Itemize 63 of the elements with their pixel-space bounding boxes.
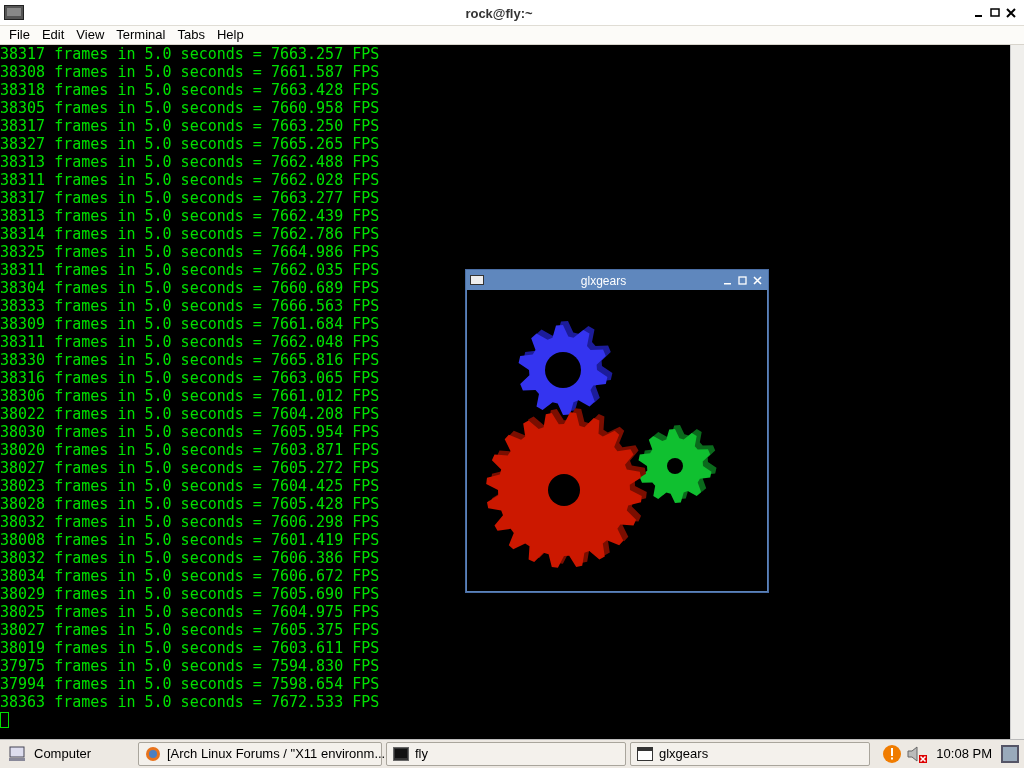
output-line: 38313 frames in 5.0 seconds = 7662.488 FPS (0, 153, 380, 171)
menu-item[interactable]: Edit (36, 25, 70, 45)
output-line: 38027 frames in 5.0 seconds = 7605.272 FPS (0, 459, 380, 477)
output-line: 38032 frames in 5.0 seconds = 7606.386 FPS (0, 549, 380, 567)
output-line: 38022 frames in 5.0 seconds = 7604.208 FPS (0, 405, 380, 423)
output-line: 38019 frames in 5.0 seconds = 7603.611 FPS (0, 639, 380, 657)
window-icon[interactable] (470, 275, 484, 285)
output-line: 38304 frames in 5.0 seconds = 7660.689 FPS (0, 279, 380, 297)
output-line: 38309 frames in 5.0 seconds = 7661.684 FPS (0, 315, 380, 333)
output-line: 38008 frames in 5.0 seconds = 7601.419 FPS (0, 531, 380, 549)
taskbar-button[interactable]: fly (386, 742, 626, 766)
text-cursor (0, 712, 9, 728)
terminal-icon (393, 747, 409, 761)
scrollbar[interactable] (1010, 45, 1024, 739)
output-line: 38034 frames in 5.0 seconds = 7606.672 FPS (0, 567, 380, 585)
output-line: 38028 frames in 5.0 seconds = 7605.428 FPS (0, 495, 380, 513)
output-line: 38027 frames in 5.0 seconds = 7605.375 FPS (0, 621, 380, 639)
output-line: 38311 frames in 5.0 seconds = 7662.035 FPS (0, 261, 380, 279)
output-line: 38020 frames in 5.0 seconds = 7603.871 FPS (0, 441, 380, 459)
computer-icon (8, 746, 26, 762)
output-line: 38317 frames in 5.0 seconds = 7663.257 FPS (0, 45, 380, 63)
output-line: 37994 frames in 5.0 seconds = 7598.654 FPS (0, 675, 380, 693)
window-icon (637, 747, 653, 761)
output-line: 38029 frames in 5.0 seconds = 7605.690 FPS (0, 585, 380, 603)
output-line: 38363 frames in 5.0 seconds = 7672.533 FPS (0, 693, 380, 711)
close-icon[interactable] (1006, 7, 1016, 18)
output-line: 38311 frames in 5.0 seconds = 7662.028 FPS (0, 171, 380, 189)
output-line: 38333 frames in 5.0 seconds = 7666.563 FPS (0, 297, 380, 315)
output-line: 38317 frames in 5.0 seconds = 7663.277 FPS (0, 189, 380, 207)
output-line: 38023 frames in 5.0 seconds = 7604.425 FPS (0, 477, 380, 495)
globe-icon (145, 746, 161, 762)
output-line: 38313 frames in 5.0 seconds = 7662.439 FPS (0, 207, 380, 225)
output-line: 38306 frames in 5.0 seconds = 7661.012 FPS (0, 387, 380, 405)
menu-item[interactable]: File (4, 25, 35, 45)
output-line: 38032 frames in 5.0 seconds = 7606.298 FPS (0, 513, 380, 531)
terminal-icon[interactable] (4, 5, 24, 20)
window-title: glxgears (580, 274, 627, 288)
output-line: 37975 frames in 5.0 seconds = 7594.830 FPS (0, 657, 380, 675)
output-line: 38311 frames in 5.0 seconds = 7662.048 FPS (0, 333, 380, 351)
computer-menu-button[interactable]: Computer (4, 742, 134, 766)
output-line: 38308 frames in 5.0 seconds = 7661.587 FPS (0, 63, 380, 81)
menu-item[interactable]: View (71, 25, 110, 45)
maximize-icon[interactable] (990, 7, 1000, 18)
output-line: 38305 frames in 5.0 seconds = 7660.958 FPS (0, 99, 380, 117)
output-line: 38325 frames in 5.0 seconds = 7664.986 FPS (0, 243, 380, 261)
menu-item[interactable]: Tabs (172, 25, 210, 45)
window-title: rock@fly:~ (465, 5, 533, 21)
taskbar-button[interactable]: [Arch Linux Forums / "X11 environm... (138, 742, 382, 766)
alert-icon[interactable] (882, 744, 903, 764)
output-line: 38030 frames in 5.0 seconds = 7605.954 FPS (0, 423, 380, 441)
output-line: 38330 frames in 5.0 seconds = 7665.816 FPS (0, 351, 380, 369)
muted-speaker-icon[interactable] (906, 744, 929, 764)
output-line: 38316 frames in 5.0 seconds = 7663.065 FPS (0, 369, 380, 387)
output-line: 38327 frames in 5.0 seconds = 7665.265 FPS (0, 135, 380, 153)
clock[interactable]: 10:08 PM (932, 744, 996, 764)
output-line: 38317 frames in 5.0 seconds = 7663.250 FPS (0, 117, 380, 135)
menu-item[interactable]: Help (211, 25, 249, 45)
output-line: 38318 frames in 5.0 seconds = 7663.428 FPS (0, 81, 380, 99)
output-line: 38314 frames in 5.0 seconds = 7662.786 FPS (0, 225, 380, 243)
desktop-icon[interactable] (1000, 744, 1020, 764)
taskbar-button[interactable]: glxgears (630, 742, 870, 766)
output-line: 38025 frames in 5.0 seconds = 7604.975 FPS (0, 603, 380, 621)
menu-item[interactable]: Terminal (111, 25, 171, 45)
